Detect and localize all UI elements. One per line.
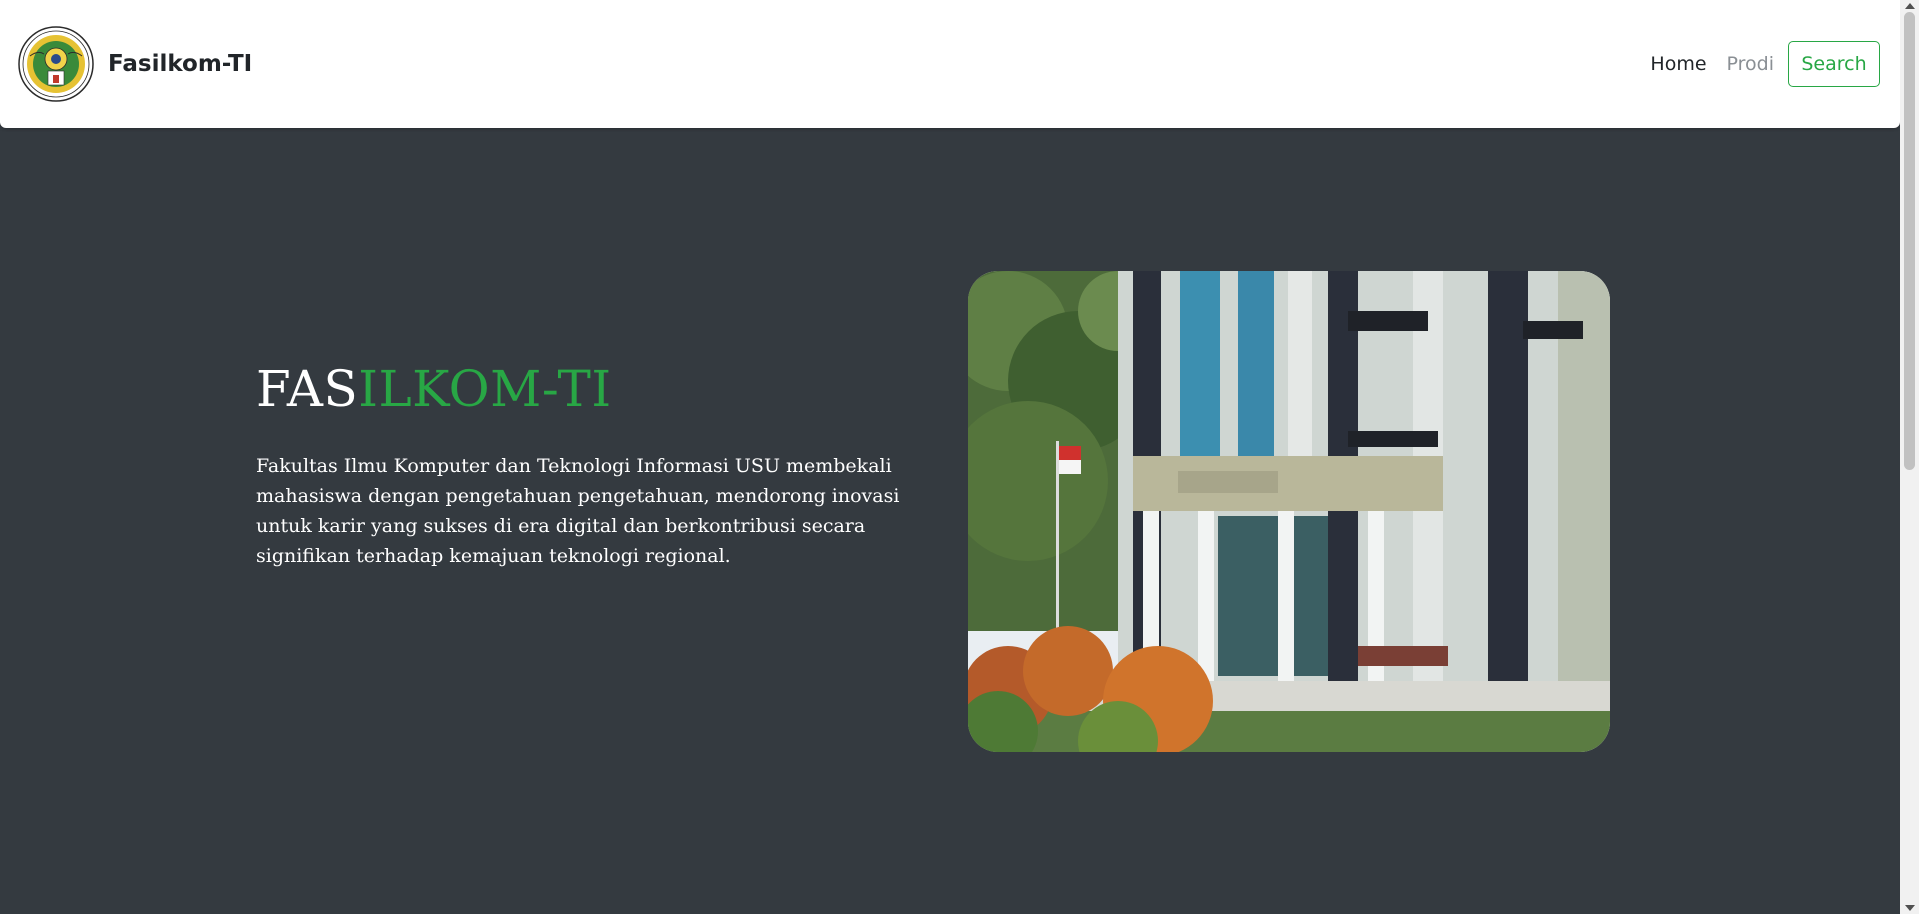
scrollbar-thumb[interactable] (1904, 12, 1915, 470)
page-scrollbar[interactable] (1900, 0, 1919, 914)
scroll-up-icon[interactable] (1905, 3, 1915, 9)
hero-title: FASILKOM-TI (256, 360, 612, 418)
search-button[interactable]: Search (1788, 41, 1880, 87)
scroll-down-icon[interactable] (1905, 905, 1915, 911)
building-illustration (968, 271, 1610, 752)
hero-description: Fakultas Ilmu Komputer dan Teknologi Inf… (256, 455, 900, 567)
hero-title-part2: ILKOM-TI (358, 360, 612, 418)
brand-name: Fasilkom-TI (108, 51, 253, 77)
faculty-building-photo (968, 271, 1610, 752)
brand[interactable]: Fasilkom-TI (18, 26, 252, 102)
hero-title-part1: FAS (256, 360, 359, 418)
university-seal-logo (18, 26, 94, 102)
nav-link-home[interactable]: Home (1640, 53, 1716, 75)
nav-menu: Home Prodi Search (1640, 40, 1880, 88)
nav-link-prodi[interactable]: Prodi (1717, 53, 1784, 75)
navbar: Fasilkom-TI Home Prodi Search (0, 0, 1900, 128)
